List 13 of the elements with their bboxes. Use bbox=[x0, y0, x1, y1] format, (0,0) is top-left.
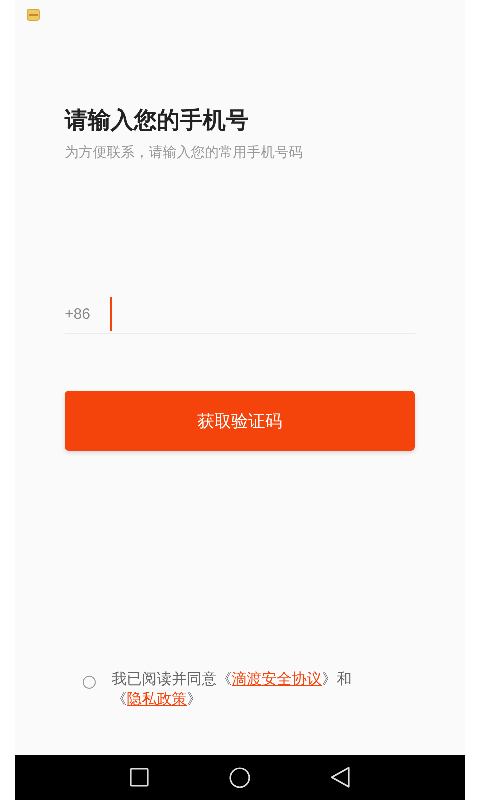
country-code: +86 bbox=[65, 306, 92, 322]
agree-radio[interactable] bbox=[83, 676, 96, 689]
page-subtitle: 为方便联系，请输入您的常用手机号码 bbox=[65, 144, 304, 162]
page-title: 请输入您的手机号 bbox=[65, 107, 250, 136]
recents-icon[interactable] bbox=[130, 768, 149, 787]
get-code-button[interactable]: 获取验证码 bbox=[65, 391, 415, 451]
home-icon[interactable] bbox=[229, 766, 251, 788]
agreement-text: 我已阅读并同意《滴渡安全协议》和《隐私政策》 bbox=[112, 669, 353, 709]
phone-field[interactable]: +86 bbox=[65, 295, 415, 334]
app-icon bbox=[27, 9, 40, 21]
agreement-link[interactable]: 滴渡安全协议 bbox=[232, 670, 322, 688]
agreement-link[interactable]: 隐私政策 bbox=[127, 690, 187, 708]
back-icon[interactable] bbox=[331, 767, 350, 788]
